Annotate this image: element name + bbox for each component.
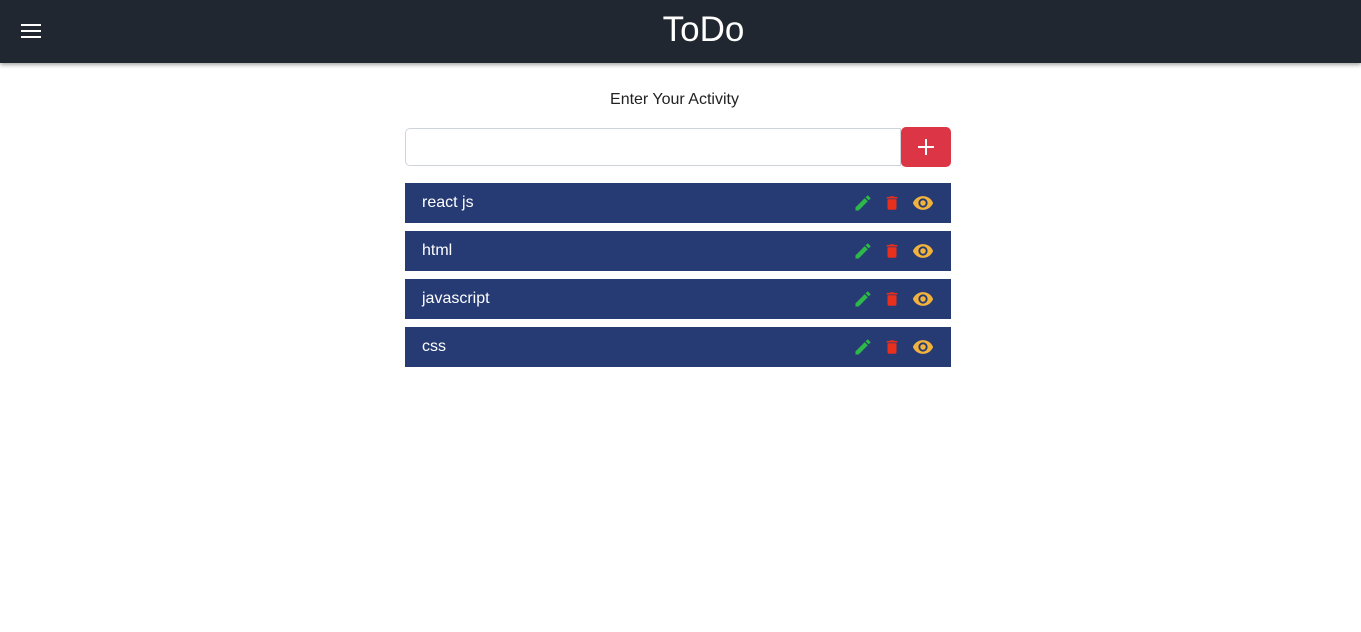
todo-item-text: css	[422, 338, 446, 355]
delete-button[interactable]	[883, 240, 901, 262]
app-title: ToDo	[662, 10, 745, 49]
delete-button[interactable]	[883, 192, 901, 214]
todo-item-actions	[852, 231, 935, 271]
delete-button[interactable]	[883, 288, 901, 310]
view-button[interactable]	[911, 288, 935, 310]
trash-icon	[886, 340, 898, 354]
pencil-icon	[855, 195, 871, 211]
edit-button[interactable]	[852, 288, 874, 310]
activity-prompt-label: Enter Your Activity	[610, 91, 739, 108]
edit-button[interactable]	[852, 240, 874, 262]
plus-icon	[918, 139, 934, 155]
add-activity-button[interactable]	[901, 127, 951, 167]
view-button[interactable]	[911, 336, 935, 358]
todo-item-text: html	[422, 242, 453, 259]
pencil-icon	[855, 243, 871, 259]
eye-icon	[912, 196, 934, 210]
pencil-icon	[855, 291, 871, 307]
edit-button[interactable]	[852, 192, 874, 214]
todo-item: javascript	[405, 279, 951, 319]
todo-list: react js html javascript css	[405, 183, 951, 375]
trash-icon	[886, 196, 898, 210]
activity-input[interactable]	[405, 128, 901, 166]
app-bar: ToDo	[0, 0, 1361, 63]
todo-item: html	[405, 231, 951, 271]
trash-icon	[886, 244, 898, 258]
todo-item-actions	[852, 183, 935, 223]
view-button[interactable]	[911, 192, 935, 214]
eye-icon	[912, 244, 934, 258]
todo-item-actions	[852, 279, 935, 319]
pencil-icon	[855, 339, 871, 355]
todo-item: react js	[405, 183, 951, 223]
trash-icon	[886, 292, 898, 306]
eye-icon	[912, 292, 934, 306]
todo-item-text: react js	[422, 194, 474, 211]
menu-button[interactable]	[12, 12, 50, 50]
view-button[interactable]	[911, 240, 935, 262]
hamburger-menu-icon	[21, 24, 41, 38]
todo-item-actions	[852, 327, 935, 367]
eye-icon	[912, 340, 934, 354]
todo-item: css	[405, 327, 951, 367]
todo-item-text: javascript	[422, 290, 490, 307]
delete-button[interactable]	[883, 336, 901, 358]
edit-button[interactable]	[852, 336, 874, 358]
